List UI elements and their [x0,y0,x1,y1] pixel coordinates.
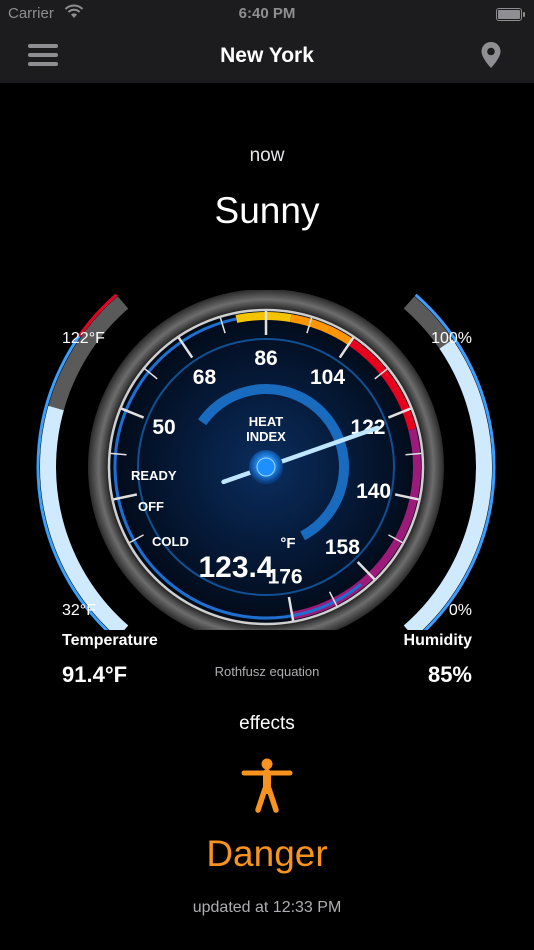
gauge-title-line2: INDEX [246,429,286,444]
nav-title: New York [220,44,314,67]
gauge-unit: °F [280,535,295,552]
temperature-max-label: 122°F [62,330,105,347]
scale-label: 86 [254,347,277,370]
band-yellow [235,312,292,323]
navigation-bar: New York [0,28,534,83]
temperature-label: Temperature [62,632,158,649]
zone-label-off: OFF [138,499,164,514]
zone-label-ready: READY [131,468,177,483]
scale-label: 158 [325,536,360,559]
gauge-value: 123.4 [198,551,273,584]
battery-icon [496,8,525,21]
humidity-label: Humidity [403,632,472,649]
period-label: now [249,145,285,166]
weather-condition: Sunny [214,190,320,231]
humidity-min-label: 0% [448,602,472,619]
status-time: 6:40 PM [238,5,296,22]
gauge-title-line1: HEAT [249,414,283,429]
scale-label: 68 [193,366,217,389]
humidity-max-label: 100% [431,330,472,347]
effect-level: Danger [206,833,328,874]
person-figure-icon [241,758,293,813]
status-bar: Carrier 6:40 PM [0,0,534,28]
zone-label-cold: COLD [152,534,189,549]
location-pin-icon[interactable] [480,41,502,69]
scale-label: 50 [152,416,175,439]
effects-title: effects [239,713,295,734]
equation-label: Rothfusz equation [214,664,320,679]
scale-label: 104 [310,366,345,389]
updated-time: updated at 12:33 PM [192,899,342,916]
temperature-min-label: 32°F [62,602,96,619]
scale-label: 140 [356,480,391,503]
